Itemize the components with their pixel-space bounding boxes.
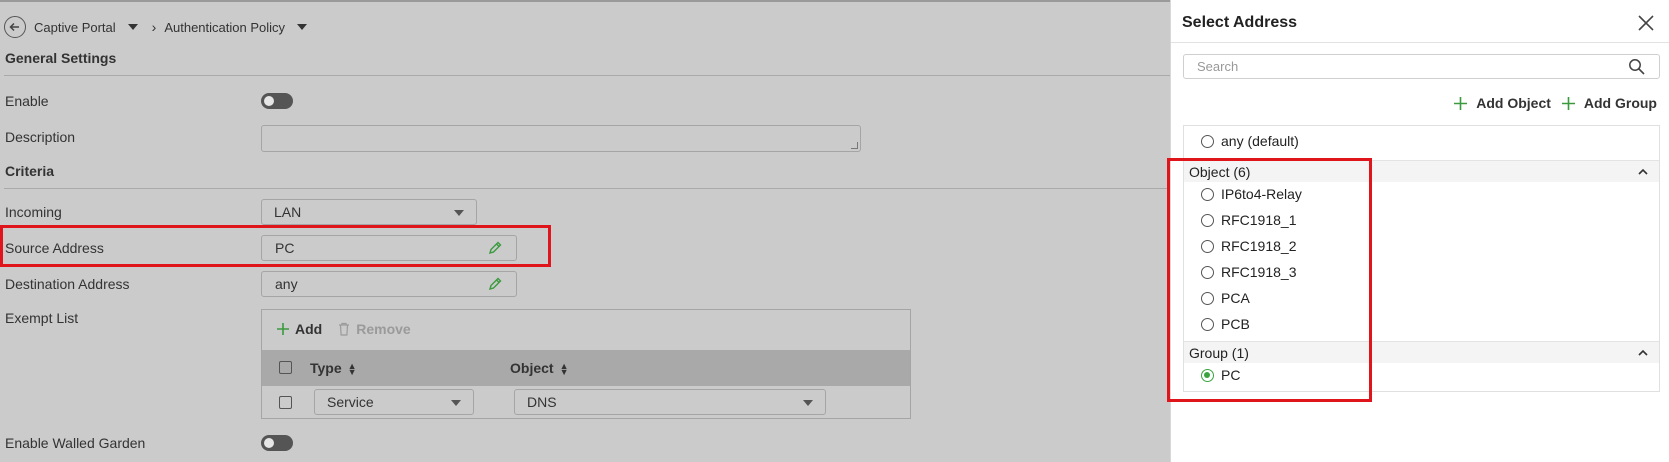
criteria-title: Criteria <box>5 163 55 179</box>
add-object-button[interactable]: Add Object <box>1453 95 1551 111</box>
column-type[interactable]: Type ▲ ▼ <box>310 360 357 378</box>
walled-garden-label: Enable Walled Garden <box>5 435 146 451</box>
main-page: Captive Portal › Authentication Policy G… <box>0 0 1170 462</box>
object-select[interactable]: DNS <box>514 389 826 415</box>
back-icon[interactable] <box>4 16 26 38</box>
plus-icon <box>1561 96 1575 110</box>
panel-actions: Add Object Add Group <box>1453 95 1657 111</box>
breadcrumb-captive-portal[interactable]: Captive Portal <box>34 20 116 35</box>
select-all-checkbox[interactable] <box>279 361 292 374</box>
description-label: Description <box>5 129 76 145</box>
radio-any[interactable] <box>1201 135 1214 148</box>
object-value: DNS <box>527 394 557 410</box>
list-item[interactable]: any (default) <box>1184 130 1659 154</box>
column-object[interactable]: Object ▲ ▼ <box>510 360 569 378</box>
incoming-select[interactable]: LAN <box>261 199 477 225</box>
enable-label: Enable <box>5 93 49 109</box>
search-icon[interactable] <box>1628 58 1645 75</box>
chevron-up-icon[interactable] <box>1637 347 1649 359</box>
trash-icon <box>339 322 350 336</box>
sort-icon: ▲ ▼ <box>559 361 569 378</box>
close-icon[interactable] <box>1637 14 1655 32</box>
exempt-table-header: Type ▲ ▼ Object ▲ ▼ <box>262 350 910 386</box>
chevron-up-icon[interactable] <box>1637 166 1649 178</box>
sort-icon: ▲ ▼ <box>347 361 357 378</box>
incoming-label: Incoming <box>5 204 62 220</box>
remove-button[interactable]: Remove <box>338 321 411 337</box>
add-label: Add <box>295 321 323 337</box>
row-checkbox[interactable] <box>279 396 292 409</box>
remove-label: Remove <box>356 321 411 337</box>
add-object-label: Add Object <box>1476 95 1551 111</box>
divider <box>4 75 1170 76</box>
highlight-source-address <box>0 225 551 267</box>
chevron-down-icon <box>454 210 464 216</box>
chevron-down-icon[interactable] <box>297 24 308 30</box>
exempt-list-table: Add Remove Type ▲ ▼ Object ▲ ▼ Service DNS <box>261 309 911 419</box>
type-value: Service <box>327 394 374 410</box>
type-select[interactable]: Service <box>314 389 474 415</box>
divider <box>1171 42 1669 43</box>
option-label: any (default) <box>1221 133 1299 149</box>
add-group-button[interactable]: Add Group <box>1561 95 1657 111</box>
destination-address-field[interactable]: any <box>261 271 517 297</box>
destination-address-label: Destination Address <box>5 276 130 292</box>
chevron-down-icon[interactable] <box>127 24 138 30</box>
search-input[interactable]: Search <box>1183 54 1660 79</box>
enable-toggle[interactable] <box>261 93 293 109</box>
highlight-address-options <box>1167 158 1372 402</box>
destination-address-value: any <box>275 276 298 292</box>
divider <box>4 188 1170 189</box>
select-address-panel: Select Address Search Add Object Add Gro… <box>1167 0 1669 462</box>
search-placeholder: Search <box>1197 59 1239 74</box>
pencil-icon[interactable] <box>488 277 502 291</box>
description-input[interactable] <box>261 125 861 152</box>
chevron-down-icon <box>451 400 461 406</box>
exempt-toolbar: Add Remove <box>276 321 411 337</box>
incoming-value: LAN <box>274 204 302 220</box>
walled-garden-toggle[interactable] <box>261 435 293 451</box>
breadcrumb: Captive Portal › Authentication Policy <box>4 14 321 40</box>
panel-title: Select Address <box>1182 14 1298 31</box>
general-settings-title: General Settings <box>5 50 117 66</box>
chevron-down-icon <box>803 400 813 406</box>
plus-icon <box>277 323 289 335</box>
exempt-list-label: Exempt List <box>5 310 79 326</box>
add-group-label: Add Group <box>1583 95 1657 111</box>
add-button[interactable]: Add <box>276 321 322 337</box>
table-row: Service DNS <box>262 386 910 419</box>
breadcrumb-authentication-policy[interactable]: Authentication Policy <box>164 20 285 35</box>
breadcrumb-separator-icon: › <box>151 19 157 35</box>
plus-icon <box>1454 96 1468 110</box>
